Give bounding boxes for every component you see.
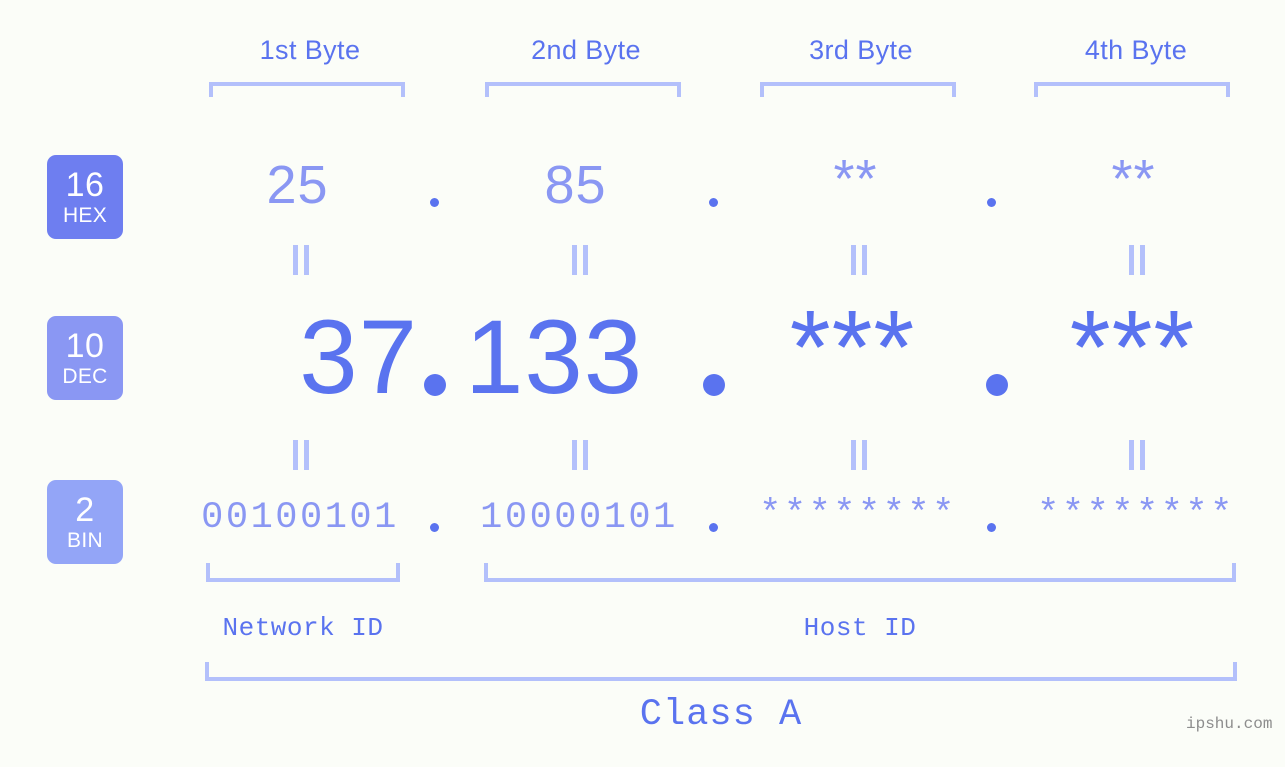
base-badge-bin-abbr: BIN — [67, 529, 103, 552]
base-badge-bin-number: 2 — [75, 491, 95, 529]
base-badge-dec-number: 10 — [65, 327, 105, 365]
base-badge-dec-abbr: DEC — [62, 365, 108, 388]
bin-value-byte-4: ******** — [1037, 494, 1235, 536]
equals-sign-dec-bin-2 — [572, 440, 588, 470]
host-id-bracket — [484, 563, 1236, 582]
bin-separator-dot-3 — [987, 523, 996, 532]
equals-sign-hex-dec-2 — [572, 245, 588, 275]
network-id-bracket — [206, 563, 400, 582]
hex-separator-dot-3 — [987, 198, 996, 207]
hex-value-byte-2: 85 — [544, 155, 607, 215]
dec-value-byte-3: *** — [789, 289, 916, 406]
byte-bracket-top-4 — [1034, 82, 1230, 97]
equals-sign-dec-bin-4 — [1129, 440, 1145, 470]
equals-sign-dec-bin-1 — [293, 440, 309, 470]
hex-separator-dot-2 — [709, 198, 718, 207]
equals-sign-dec-bin-3 — [851, 440, 867, 470]
class-bracket — [205, 662, 1237, 681]
byte-header-label-1: 1st Byte — [259, 35, 361, 65]
dec-separator-dot-3 — [986, 374, 1008, 396]
dec-separator-dot-2 — [703, 374, 725, 396]
dec-value-byte-1: 37 — [299, 299, 418, 416]
bin-value-byte-1: 00100101 — [201, 497, 399, 539]
bin-value-byte-3: ******** — [759, 494, 957, 536]
bin-value-byte-2: 10000101 — [480, 497, 678, 539]
equals-sign-hex-dec-4 — [1129, 245, 1145, 275]
ip-address-breakdown-diagram: 1st Byte 2nd Byte 3rd Byte 4th Byte 16 H… — [0, 0, 1285, 767]
byte-header-label-4: 4th Byte — [1084, 35, 1188, 65]
base-badge-hex-abbr: HEX — [62, 204, 108, 227]
dec-value-byte-2: 133 — [465, 299, 644, 416]
byte-header-label-2: 2nd Byte — [531, 35, 641, 65]
base-badge-hex: 16 HEX — [47, 155, 123, 239]
dec-separator-dot-1 — [424, 374, 446, 396]
network-id-label: Network ID — [222, 613, 384, 643]
base-badge-bin: 2 BIN — [47, 480, 123, 564]
host-id-label: Host ID — [803, 613, 917, 643]
watermark-ipshu: ipshu.com — [1186, 715, 1273, 733]
equals-sign-hex-dec-1 — [293, 245, 309, 275]
byte-bracket-top-1 — [209, 82, 405, 97]
base-badge-dec: 10 DEC — [47, 316, 123, 400]
bin-separator-dot-1 — [430, 523, 439, 532]
base-badge-hex-number: 16 — [65, 166, 105, 204]
hex-value-byte-1: 25 — [266, 155, 329, 215]
class-label: Class A — [639, 694, 803, 736]
hex-separator-dot-1 — [430, 198, 439, 207]
bin-separator-dot-2 — [709, 523, 718, 532]
hex-value-byte-4: ** — [1111, 149, 1156, 209]
byte-bracket-top-3 — [760, 82, 956, 97]
byte-bracket-top-2 — [485, 82, 681, 97]
dec-value-byte-4: *** — [1069, 289, 1196, 406]
hex-value-byte-3: ** — [833, 149, 878, 209]
equals-sign-hex-dec-3 — [851, 245, 867, 275]
byte-header-label-3: 3rd Byte — [809, 35, 913, 65]
